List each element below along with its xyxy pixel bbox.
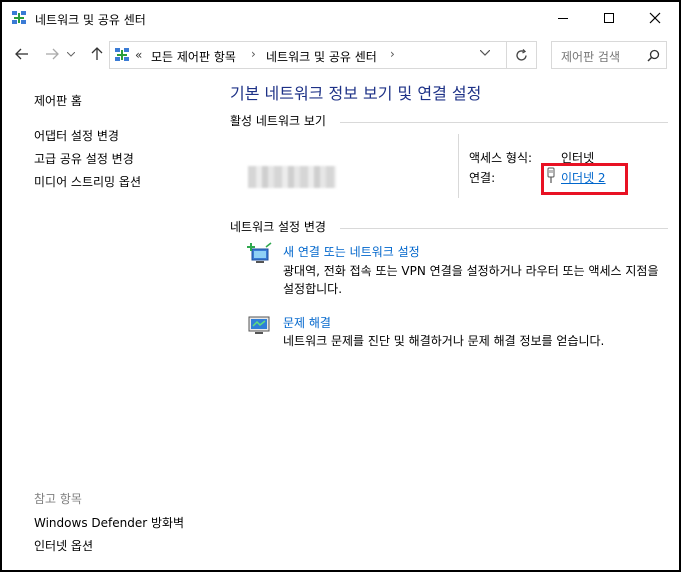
maximize-icon	[604, 13, 614, 23]
breadcrumb-separator[interactable]: ›	[251, 47, 256, 61]
troubleshoot-problems-description: 네트워크 문제를 진단 및 해결하거나 문제 해결 정보를 얻습니다.	[283, 334, 605, 348]
recent-locations-button[interactable]	[65, 42, 77, 66]
forward-button[interactable]	[41, 42, 63, 66]
new-connection-icon	[247, 242, 272, 263]
minimize-icon	[558, 17, 568, 19]
maximize-button[interactable]	[586, 2, 632, 34]
back-arrow-icon	[15, 48, 28, 60]
search-box[interactable]: 제어판 검색	[551, 41, 667, 69]
up-arrow-icon	[91, 47, 103, 60]
setup-new-connection-link[interactable]: 새 연결 또는 네트워크 설정	[283, 243, 420, 260]
see-also-header: 참고 항목	[34, 492, 82, 506]
network-center-icon	[12, 11, 26, 24]
highlight-annotation	[541, 163, 628, 195]
up-button[interactable]	[86, 42, 108, 66]
connections-label: 연결:	[469, 171, 496, 185]
back-button[interactable]	[11, 42, 33, 66]
navigation-bar: « 모든 제어판 항목 › 네트워크 및 공유 센터 › 제어판 검색	[2, 38, 679, 72]
minimize-button[interactable]	[540, 2, 586, 34]
divider	[458, 134, 459, 198]
internet-options-link[interactable]: 인터넷 옵션	[34, 537, 93, 554]
change-network-settings-header: 네트워크 설정 변경	[230, 220, 326, 234]
title-bar: 네트워크 및 공유 센터	[2, 2, 679, 34]
advanced-sharing-settings-link[interactable]: 고급 공유 설정 변경	[34, 150, 134, 167]
change-adapter-settings-link[interactable]: 어댑터 설정 변경	[34, 127, 119, 144]
breadcrumb-all-control-panel-items[interactable]: 모든 제어판 항목	[151, 48, 236, 65]
search-icon	[647, 49, 660, 62]
chevron-down-icon	[67, 51, 75, 57]
control-panel-home-link[interactable]: 제어판 홈	[34, 92, 82, 109]
active-networks-header: 활성 네트워크 보기	[230, 114, 326, 128]
address-history-dropdown[interactable]	[479, 48, 491, 59]
network-name-redacted	[248, 166, 336, 188]
close-button[interactable]	[632, 2, 678, 34]
network-center-icon	[115, 48, 129, 61]
media-streaming-options-link[interactable]: 미디어 스트리밍 옵션	[34, 173, 141, 190]
refresh-icon	[516, 48, 527, 61]
troubleshoot-problems-link[interactable]: 문제 해결	[283, 314, 331, 331]
page-title: 기본 네트워크 정보 보기 및 연결 설정	[230, 84, 482, 103]
troubleshoot-icon	[248, 316, 270, 334]
control-panel-window: 네트워크 및 공유 센터 « 모든 제어판 항목 › 네트워크 및 공유 센터 …	[0, 0, 681, 572]
chevron-down-icon	[479, 49, 491, 56]
close-icon	[649, 12, 661, 24]
breadcrumb-network-sharing-center[interactable]: 네트워크 및 공유 센터	[266, 48, 377, 65]
breadcrumb-overflow[interactable]: «	[135, 48, 142, 62]
search-placeholder: 제어판 검색	[561, 50, 621, 64]
setup-new-connection-description: 광대역, 전화 접속 또는 VPN 연결을 설정하거나 라우터 또는 액세스 지…	[283, 264, 659, 296]
windows-defender-firewall-link[interactable]: Windows Defender 방화벽	[34, 514, 184, 531]
divider	[340, 122, 668, 123]
address-bar[interactable]: « 모든 제어판 항목 › 네트워크 및 공유 센터 ›	[109, 41, 507, 69]
window-title: 네트워크 및 공유 센터	[35, 13, 146, 27]
divider	[340, 228, 668, 229]
access-type-label: 액세스 형식:	[469, 151, 533, 165]
breadcrumb-separator[interactable]: ›	[390, 47, 395, 61]
refresh-button[interactable]	[507, 41, 537, 69]
forward-arrow-icon	[46, 48, 59, 60]
